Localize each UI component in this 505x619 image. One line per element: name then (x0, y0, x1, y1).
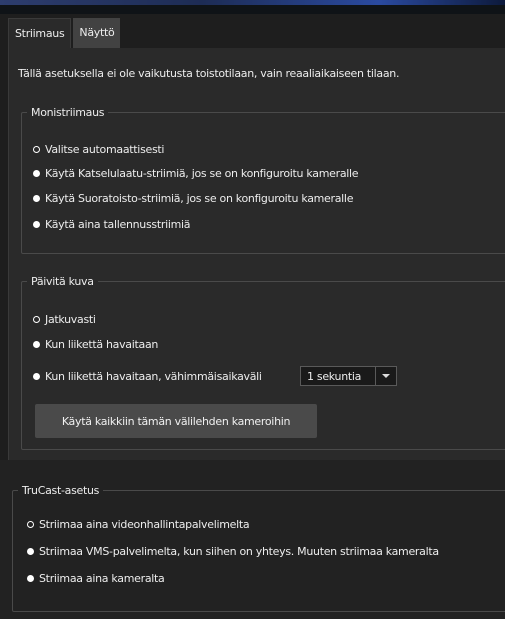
radio-selected-icon (27, 521, 34, 528)
option-label: Käytä Suoratoisto-striimiä, jos se on ko… (45, 192, 354, 205)
option-label: Striimaa aina kameralta (39, 572, 165, 585)
option-label: Jatkuvasti (45, 313, 96, 326)
option-label: Kun liikettä havaitaan (45, 338, 159, 351)
radio-unselected-icon (27, 575, 34, 582)
option-label: Käytä Katselulaatu-striimiä, jos se on k… (45, 167, 359, 180)
multistream-group: Monistriimaus (21, 106, 505, 254)
radio-vms-when-connected[interactable]: Striimaa VMS-palvelimelta, kun siihen on… (27, 545, 439, 558)
option-label: Käytä aina tallennusstriimiä (45, 218, 191, 231)
radio-selected-icon (33, 146, 40, 153)
interval-value: 1 sekuntia (307, 369, 362, 383)
radio-unselected-icon (33, 373, 40, 380)
radio-live-stream[interactable]: Käytä Suoratoisto-striimiä, jos se on ko… (33, 192, 353, 205)
radio-vms-always[interactable]: Striimaa aina videonhallintapalvelimelta (27, 518, 250, 531)
interval-dropdown[interactable]: 1 sekuntia (300, 366, 397, 386)
option-label: Striimaa aina videonhallintapalvelimelta (39, 518, 250, 531)
radio-unselected-icon (33, 195, 40, 202)
option-label: Striimaa VMS-palvelimelta, kun siihen on… (39, 545, 439, 558)
radio-continuous[interactable]: Jatkuvasti (33, 313, 96, 326)
radio-unselected-icon (33, 341, 40, 348)
radio-on-motion-interval[interactable]: Kun liikettä havaitaan, vähimmäisaikaväl… (33, 370, 262, 383)
radio-unselected-icon (33, 170, 40, 177)
radio-camera-always[interactable]: Striimaa aina kameralta (27, 572, 165, 585)
tab-bar: Striimaus Näyttö (8, 18, 121, 49)
radio-recording-stream[interactable]: Käytä aina tallennusstriimiä (33, 218, 191, 231)
radio-view-quality-stream[interactable]: Käytä Katselulaatu-striimiä, jos se on k… (33, 167, 359, 180)
radio-unselected-icon (27, 548, 34, 555)
window-top-strip (0, 0, 505, 14)
radio-unselected-icon (33, 221, 40, 228)
video-strip (0, 0, 505, 5)
radio-on-motion[interactable]: Kun liikettä havaitaan (33, 338, 158, 351)
radio-auto-select[interactable]: Valitse automaattisesti (33, 143, 164, 156)
apply-all-cameras-button[interactable]: Käytä kaikkiin tämän välilehden kameroih… (35, 404, 317, 438)
tab-streaming[interactable]: Striimaus (8, 18, 72, 49)
tab-display[interactable]: Näyttö (73, 18, 121, 48)
option-label: Kun liikettä havaitaan, vähimmäisaikaväl… (45, 370, 262, 383)
radio-selected-icon (33, 316, 40, 323)
chevron-down-icon[interactable] (375, 367, 396, 385)
trucast-legend: TruCast-asetus (22, 484, 100, 497)
update-image-legend: Päivitä kuva (31, 275, 94, 288)
multistream-legend: Monistriimaus (31, 106, 105, 119)
playback-note: Tällä asetuksella ei ole vaikutusta tois… (18, 67, 400, 80)
option-label: Valitse automaattisesti (45, 143, 165, 156)
